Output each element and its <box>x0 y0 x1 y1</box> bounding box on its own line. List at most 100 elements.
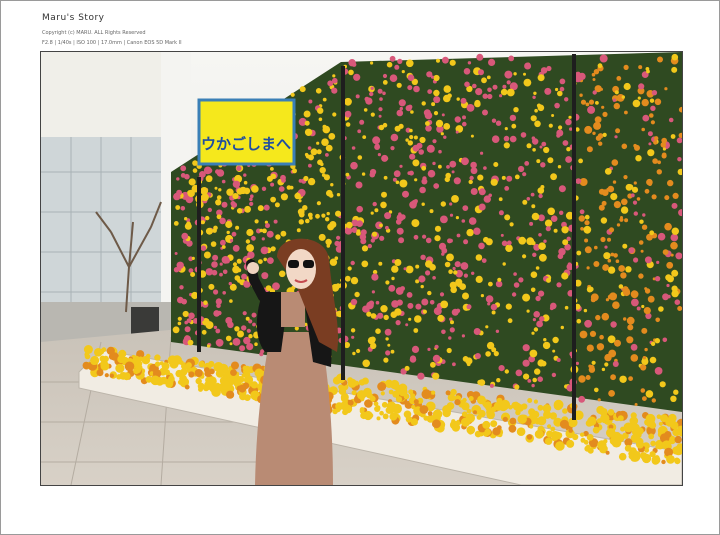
flower <box>416 142 423 149</box>
flower <box>592 131 596 135</box>
flower <box>501 175 506 180</box>
flower <box>263 204 270 211</box>
flower <box>531 331 535 335</box>
flower <box>463 273 468 278</box>
flower <box>495 329 500 333</box>
flower <box>500 88 508 96</box>
flower <box>96 369 104 377</box>
flower <box>654 338 660 344</box>
flower <box>491 118 497 123</box>
flower <box>292 168 297 174</box>
flower <box>405 323 409 327</box>
flower <box>90 355 100 365</box>
flower <box>357 155 363 160</box>
flower <box>262 228 267 234</box>
flower <box>432 409 443 419</box>
flower <box>561 272 569 280</box>
flower <box>616 76 622 81</box>
flower <box>395 396 403 403</box>
flower <box>432 419 441 429</box>
flower <box>194 369 203 377</box>
flower <box>514 174 520 180</box>
flower <box>576 318 582 324</box>
flower <box>389 412 398 421</box>
flower <box>666 455 675 464</box>
flower <box>289 185 294 190</box>
flower <box>664 87 668 91</box>
flower <box>290 92 295 97</box>
flower <box>613 102 620 110</box>
flower <box>462 115 466 120</box>
flower <box>539 316 545 322</box>
flower <box>506 88 515 97</box>
flower <box>433 111 439 116</box>
flower <box>401 70 405 74</box>
flower <box>593 261 600 267</box>
flower <box>533 91 537 95</box>
flower <box>308 163 312 168</box>
flower <box>597 63 603 69</box>
flower <box>184 222 192 230</box>
flower <box>630 290 639 299</box>
flower <box>412 159 420 167</box>
flower <box>644 188 650 194</box>
flower <box>478 242 485 250</box>
flower <box>460 97 467 104</box>
flower <box>490 303 498 311</box>
flower <box>473 328 481 335</box>
flower <box>303 110 311 118</box>
flower <box>394 64 400 70</box>
flower <box>315 213 320 219</box>
flower <box>83 345 93 354</box>
flower <box>566 147 571 152</box>
flower <box>382 91 386 96</box>
flower <box>176 177 180 181</box>
flower <box>579 209 585 215</box>
flower <box>407 140 413 146</box>
flower <box>370 61 374 65</box>
flower <box>460 262 469 270</box>
flower <box>407 85 413 91</box>
flower <box>595 101 599 105</box>
flower <box>410 110 414 114</box>
flower <box>540 360 547 367</box>
flower <box>623 175 628 180</box>
flower <box>640 388 646 393</box>
flower <box>409 153 416 160</box>
flower <box>620 206 629 214</box>
flower <box>102 355 109 362</box>
flower <box>409 201 417 209</box>
flower <box>641 127 645 132</box>
flower <box>462 292 469 300</box>
flower <box>578 158 583 164</box>
flower <box>411 404 416 410</box>
flower <box>257 205 264 212</box>
flower <box>220 239 226 246</box>
flower <box>383 357 389 363</box>
flower <box>655 317 660 323</box>
flower <box>612 180 617 184</box>
flower <box>559 210 564 215</box>
flower <box>471 271 475 275</box>
flower <box>398 387 408 397</box>
flower <box>508 55 515 62</box>
flower <box>448 269 453 274</box>
flower <box>540 162 546 168</box>
flower <box>547 207 555 216</box>
flower <box>522 199 528 205</box>
flower <box>674 458 681 465</box>
flower <box>317 159 323 166</box>
flower <box>644 347 648 352</box>
flower <box>395 320 401 326</box>
flower <box>201 193 209 202</box>
flower <box>426 71 433 78</box>
flower <box>579 93 583 97</box>
flower <box>82 361 90 369</box>
flower <box>530 287 536 293</box>
flower <box>232 265 240 274</box>
flower <box>221 179 226 184</box>
flower <box>601 367 606 372</box>
flower <box>671 53 679 61</box>
flower <box>524 161 530 166</box>
flower <box>664 431 672 438</box>
